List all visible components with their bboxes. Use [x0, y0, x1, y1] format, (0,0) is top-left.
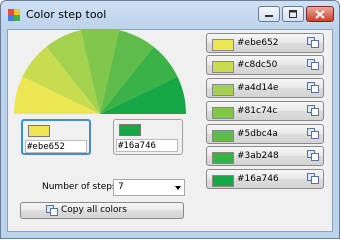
minimize-icon: [265, 15, 273, 17]
color-button[interactable]: #c8dc50: [206, 55, 324, 75]
copy-icon: [307, 105, 319, 116]
color-hex-label: #c8dc50: [237, 60, 278, 70]
color-chip: [212, 84, 234, 96]
steps-select[interactable]: 7: [113, 179, 185, 196]
window-title: Color step tool: [26, 8, 107, 21]
app-window: Color step tool #ebe652 #16a746 Number o…: [0, 0, 340, 239]
copy-icon: [307, 173, 319, 184]
color-chip: [212, 39, 234, 51]
copy-icon: [307, 59, 319, 70]
copy-icon: [307, 82, 319, 93]
end-color-chip[interactable]: [119, 124, 141, 136]
copy-icon: [46, 205, 58, 216]
color-button[interactable]: #16a746: [206, 169, 324, 189]
maximize-button[interactable]: [282, 6, 304, 22]
close-button[interactable]: [306, 6, 334, 22]
end-color-field[interactable]: #16a746: [116, 139, 178, 152]
palette-icon: [8, 9, 20, 21]
steps-value: 7: [118, 182, 124, 192]
steps-label: Number of steps: [42, 182, 117, 192]
color-hex-label: #3ab248: [237, 151, 279, 161]
copy-all-button[interactable]: Copy all colors: [20, 202, 184, 219]
color-hex-label: #ebe652: [237, 38, 279, 48]
start-color-box[interactable]: #ebe652: [21, 119, 91, 155]
copy-icon: [307, 37, 319, 48]
color-button[interactable]: #3ab248: [206, 146, 324, 166]
color-hex-label: #16a746: [237, 174, 279, 184]
maximize-icon: [289, 10, 297, 18]
copy-icon: [307, 128, 319, 139]
color-button[interactable]: #a4d14e: [206, 78, 324, 98]
color-chip: [212, 130, 234, 142]
minimize-button[interactable]: [258, 6, 280, 22]
close-icon: [315, 9, 325, 19]
color-hex-label: #81c74c: [237, 106, 278, 116]
color-chip: [212, 61, 234, 73]
chevron-down-icon: [175, 186, 181, 190]
client-area: #ebe652 #16a746 Number of steps 7 Copy a…: [7, 29, 333, 232]
color-chip: [212, 107, 234, 119]
copy-all-label: Copy all colors: [61, 205, 127, 215]
color-fan: [14, 30, 186, 114]
color-chip: [212, 152, 234, 164]
start-color-chip[interactable]: [28, 125, 50, 137]
color-button[interactable]: #ebe652: [206, 33, 324, 53]
end-color-box[interactable]: #16a746: [113, 119, 183, 155]
title-bar[interactable]: Color step tool: [1, 1, 339, 29]
color-hex-label: #5dbc4a: [237, 129, 278, 139]
color-button[interactable]: #81c74c: [206, 101, 324, 121]
copy-icon: [307, 150, 319, 161]
color-hex-label: #a4d14e: [237, 83, 279, 93]
start-color-field[interactable]: #ebe652: [25, 140, 87, 153]
color-button[interactable]: #5dbc4a: [206, 124, 324, 144]
color-chip: [212, 175, 234, 187]
